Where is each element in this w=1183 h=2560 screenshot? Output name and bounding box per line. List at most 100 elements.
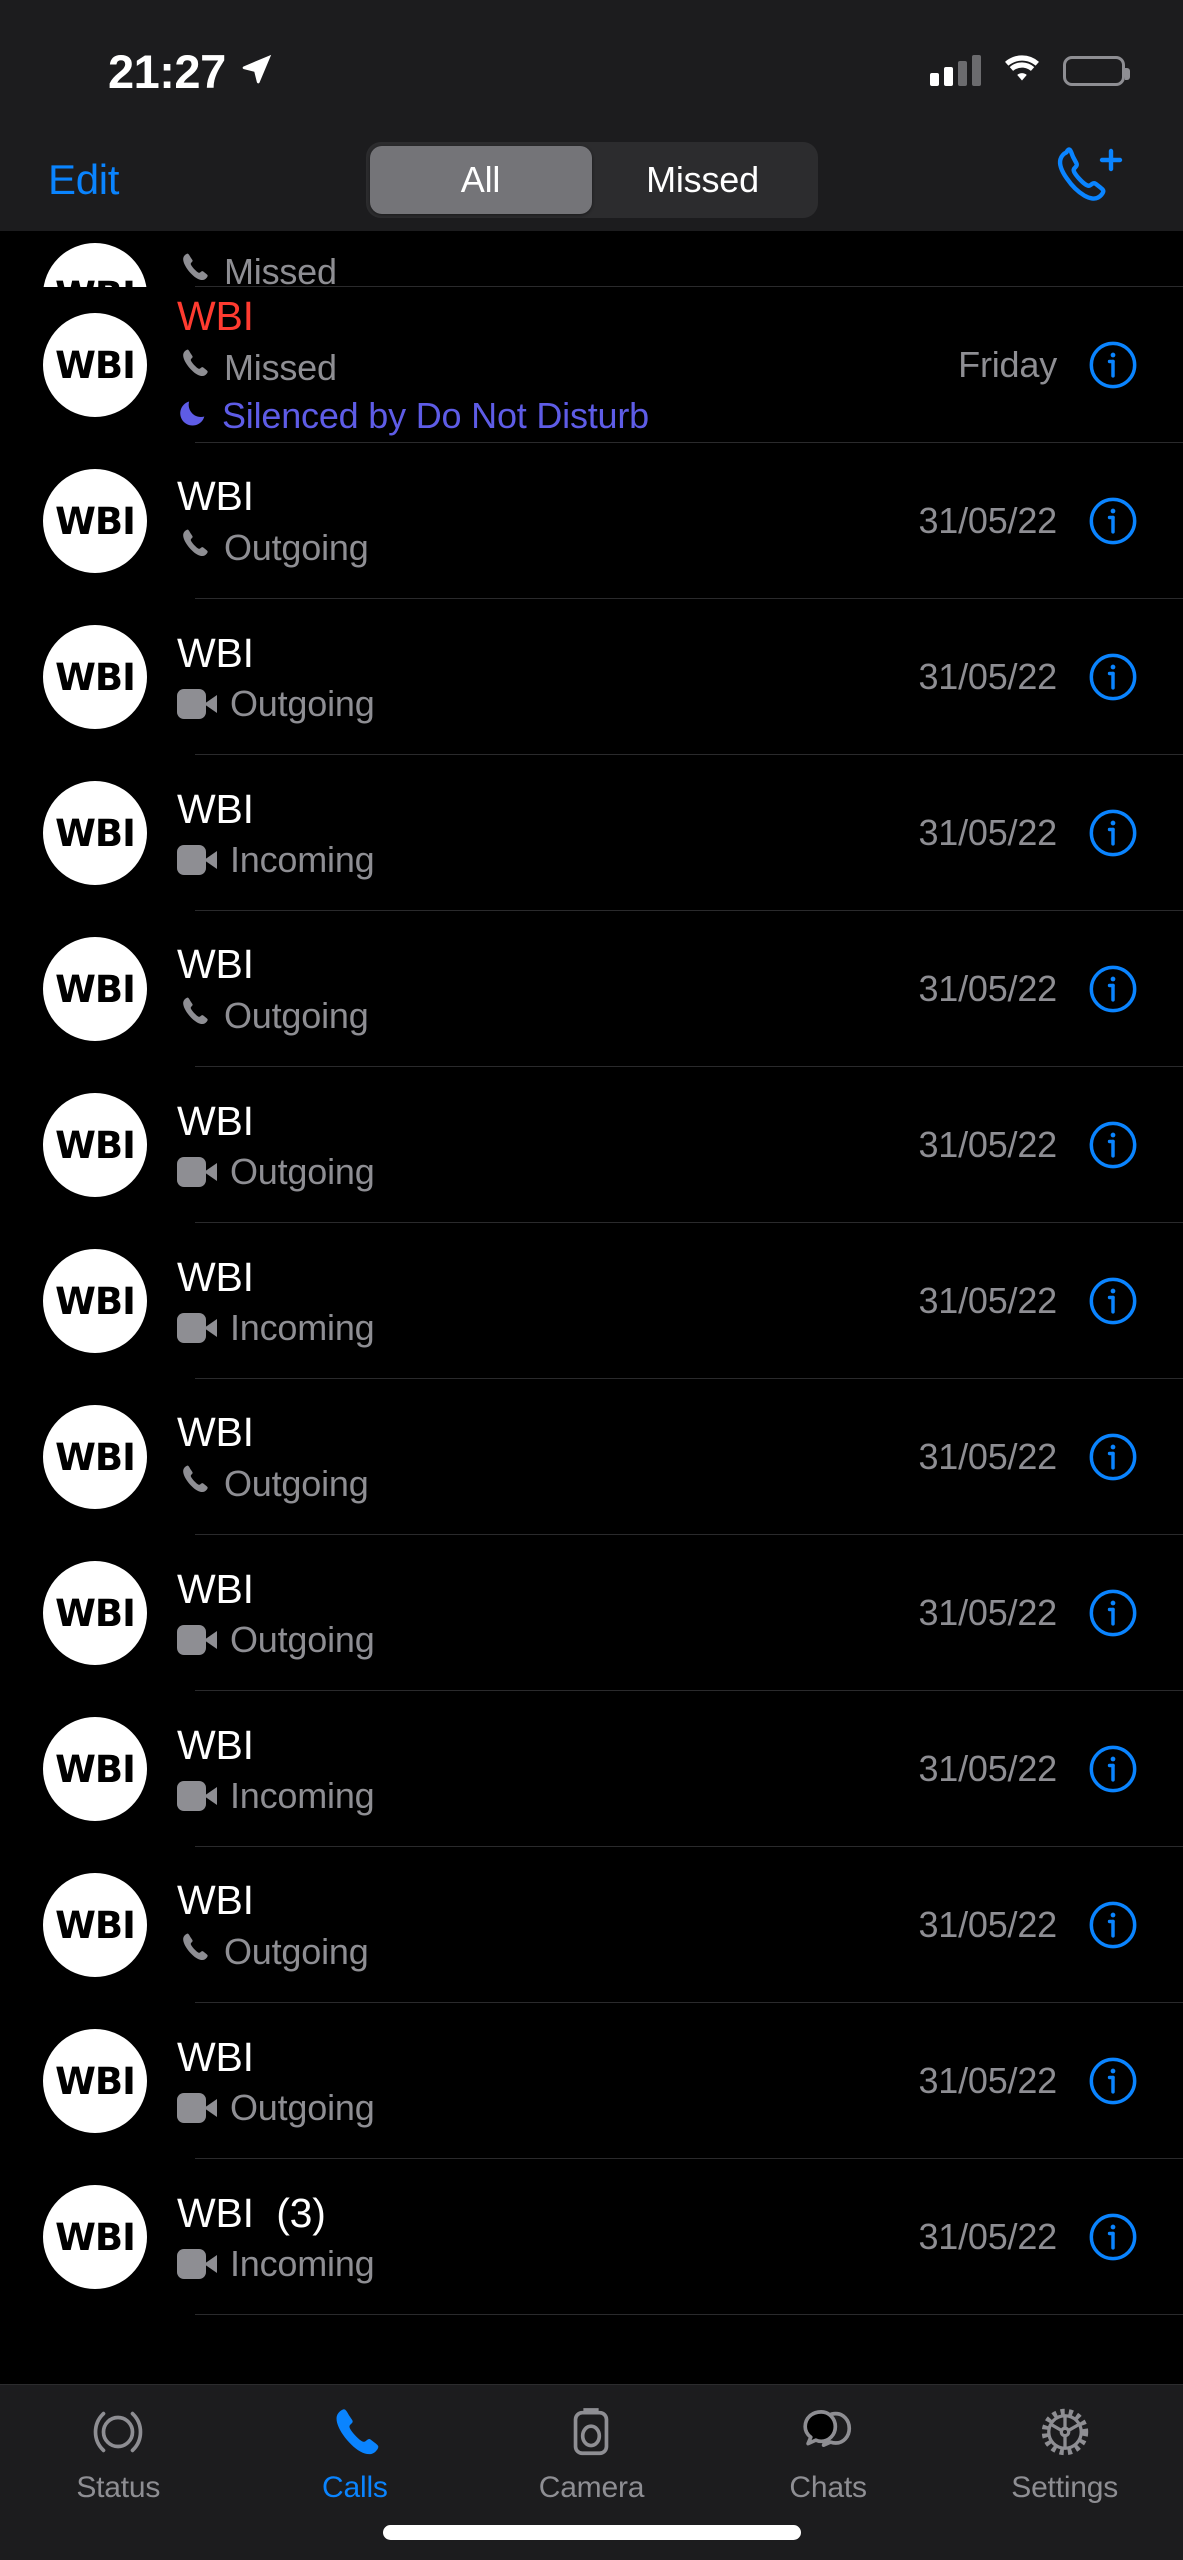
call-list-item[interactable]: WBI WBI Outgoing 31/05/22 (0, 1847, 1183, 2003)
info-circle-icon[interactable] (1087, 1899, 1139, 1951)
call-list-item[interactable]: WBIWBIOutgoing31/05/22 (0, 911, 1183, 1067)
info-circle-icon[interactable] (1087, 1431, 1139, 1483)
call-list-item[interactable]: WBIWBIIncoming31/05/22 (0, 1223, 1183, 1379)
call-type-label: Missed (224, 251, 337, 288)
call-list-item[interactable]: WBIWBIOutgoing31/05/22 (0, 599, 1183, 755)
status-bar-right (930, 53, 1125, 90)
call-list-item[interactable]: WBIMissed (0, 231, 1183, 287)
phone-icon (177, 1462, 211, 1505)
info-circle-icon[interactable] (1087, 1587, 1139, 1639)
avatar: WBI (43, 1405, 147, 1509)
call-type-label: Outgoing (224, 1931, 369, 1973)
contact-name: WBI (177, 786, 918, 833)
call-list-item[interactable]: WBIWBIIncoming31/05/22 (0, 755, 1183, 911)
call-item-meta: Friday (958, 339, 1139, 391)
video-icon (177, 1313, 217, 1343)
call-item-text: WBIOutgoing (177, 1566, 918, 1661)
call-type: Incoming (177, 1775, 918, 1817)
info-circle-icon[interactable] (1087, 2055, 1139, 2107)
tab-status[interactable]: Status (0, 2401, 237, 2505)
video-icon (177, 1157, 217, 1187)
info-circle-icon[interactable] (1087, 1119, 1139, 1171)
avatar: WBI (43, 2185, 147, 2289)
chat-bubbles-icon (799, 2401, 857, 2463)
call-type-label: Outgoing (224, 1463, 369, 1505)
call-type: Outgoing (177, 1462, 918, 1505)
info-circle-icon[interactable] (1087, 651, 1139, 703)
call-item-text: WBIOutgoing (177, 1409, 918, 1505)
call-list-item[interactable]: WBI WBIOutgoing31/05/22 (0, 1379, 1183, 1535)
info-circle-icon[interactable] (1087, 495, 1139, 547)
tab-settings[interactable]: Settings (946, 2401, 1183, 2505)
tab-calls[interactable]: Calls (237, 2401, 474, 2505)
info-circle-icon[interactable] (1087, 1275, 1139, 1327)
call-item-text: WBIOutgoing (177, 1098, 918, 1193)
new-call-button[interactable] (1045, 144, 1135, 216)
avatar: WBI (43, 625, 147, 729)
call-item-meta: 31/05/22 (918, 1431, 1139, 1483)
call-date: 31/05/22 (918, 1280, 1057, 1322)
info-circle-icon[interactable] (1087, 1743, 1139, 1795)
call-list-item[interactable]: WBIWBI (3)Incoming31/05/22 (0, 2159, 1183, 2315)
info-circle-icon[interactable] (1087, 807, 1139, 859)
call-item-meta: 31/05/22 (918, 807, 1139, 859)
phone-icon (177, 250, 211, 287)
tab-calls-label: Calls (322, 2471, 388, 2505)
contact-name: WBI (177, 293, 958, 340)
call-item-meta: 31/05/22 (918, 651, 1139, 703)
call-history-list[interactable]: WBIMissedWBIWBIMissedSilenced by Do Not … (0, 231, 1183, 2384)
tab-all[interactable]: All (370, 146, 592, 214)
contact-name: WBI (177, 1098, 918, 1145)
call-date: 31/05/22 (918, 1748, 1057, 1790)
status-bar: 21:27 (0, 0, 1183, 128)
call-count: (3) (276, 2190, 326, 2236)
call-list-item[interactable]: WBIWBIOutgoing31/05/22 (0, 1067, 1183, 1223)
home-indicator (383, 2525, 801, 2540)
phone-icon (177, 526, 211, 569)
call-item-meta: 31/05/22 (918, 1119, 1139, 1171)
call-item-text: WBI (3)Incoming (177, 2190, 918, 2285)
tab-settings-label: Settings (1011, 2471, 1118, 2505)
tab-camera[interactable]: Camera (473, 2401, 710, 2505)
video-icon (177, 845, 217, 875)
avatar: WBI (43, 313, 147, 417)
phone-icon (177, 346, 211, 389)
call-type: Outgoing (177, 1930, 918, 1973)
video-icon (177, 2093, 217, 2123)
call-date: 31/05/22 (918, 1592, 1057, 1634)
info-circle-icon[interactable] (1087, 2211, 1139, 2263)
status-bar-left: 21:27 (0, 44, 274, 99)
tab-missed[interactable]: Missed (592, 146, 814, 214)
avatar: WBI (43, 781, 147, 885)
call-list-item[interactable]: WBIWBIOutgoing31/05/22 (0, 1535, 1183, 1691)
info-circle-icon[interactable] (1087, 963, 1139, 1015)
call-list-item[interactable]: WBIWBIOutgoing31/05/22 (0, 2003, 1183, 2159)
list-separator (195, 2314, 1183, 2316)
call-list-item[interactable]: WBIWBIIncoming31/05/22 (0, 1691, 1183, 1847)
call-item-meta: 31/05/22 (918, 1275, 1139, 1327)
phone-plus-icon (1054, 146, 1126, 213)
call-item-text: WBI Outgoing (177, 1877, 918, 1973)
avatar: WBI (43, 937, 147, 1041)
call-type-label: Outgoing (230, 683, 375, 725)
call-list-item[interactable]: WBIWBIMissedSilenced by Do Not DisturbFr… (0, 287, 1183, 443)
call-type: Missed (177, 250, 1139, 287)
call-date: 31/05/22 (918, 656, 1057, 698)
tab-chats[interactable]: Chats (710, 2401, 947, 2505)
edit-button[interactable]: Edit (48, 156, 119, 204)
video-icon (177, 1625, 217, 1655)
info-circle-icon[interactable] (1087, 339, 1139, 391)
avatar: WBI (43, 1873, 147, 1977)
call-list-item[interactable]: WBIWBIOutgoing31/05/22 (0, 443, 1183, 599)
contact-name: WBI (177, 1722, 918, 1769)
call-filter-segmented-control[interactable]: All Missed (366, 142, 818, 218)
call-type-label: Incoming (230, 1775, 374, 1817)
avatar: WBI (43, 469, 147, 573)
video-icon (177, 2249, 217, 2279)
call-date: 31/05/22 (918, 1904, 1057, 1946)
call-item-text: WBIOutgoing (177, 2034, 918, 2129)
call-type-label: Outgoing (230, 2087, 375, 2129)
call-type: Outgoing (177, 526, 918, 569)
contact-name: WBI (177, 1877, 918, 1924)
contact-name: WBI (177, 1254, 918, 1301)
